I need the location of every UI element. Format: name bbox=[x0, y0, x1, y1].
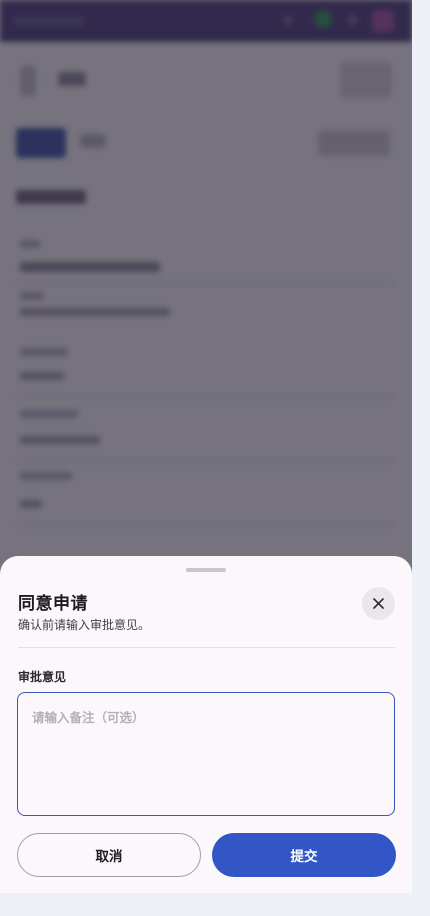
dialog-subtitle: 确认前请输入审批意见。 bbox=[18, 618, 151, 632]
app-frame: 同意申请 确认前请输入审批意见。 审批意见 取消 提交 bbox=[0, 0, 412, 893]
divider bbox=[18, 647, 395, 648]
close-icon bbox=[373, 598, 384, 609]
close-button[interactable] bbox=[362, 587, 395, 620]
submit-button[interactable]: 提交 bbox=[212, 833, 396, 877]
approval-comment-input[interactable] bbox=[17, 692, 395, 816]
dialog-title: 同意申请 bbox=[18, 594, 88, 614]
approval-comment-label: 审批意见 bbox=[18, 670, 67, 684]
right-gutter bbox=[412, 0, 430, 916]
drag-handle[interactable] bbox=[186, 568, 226, 572]
cancel-button[interactable]: 取消 bbox=[17, 833, 201, 877]
bottom-gutter bbox=[0, 893, 430, 916]
approval-bottom-sheet: 同意申请 确认前请输入审批意见。 审批意见 取消 提交 bbox=[0, 556, 412, 893]
